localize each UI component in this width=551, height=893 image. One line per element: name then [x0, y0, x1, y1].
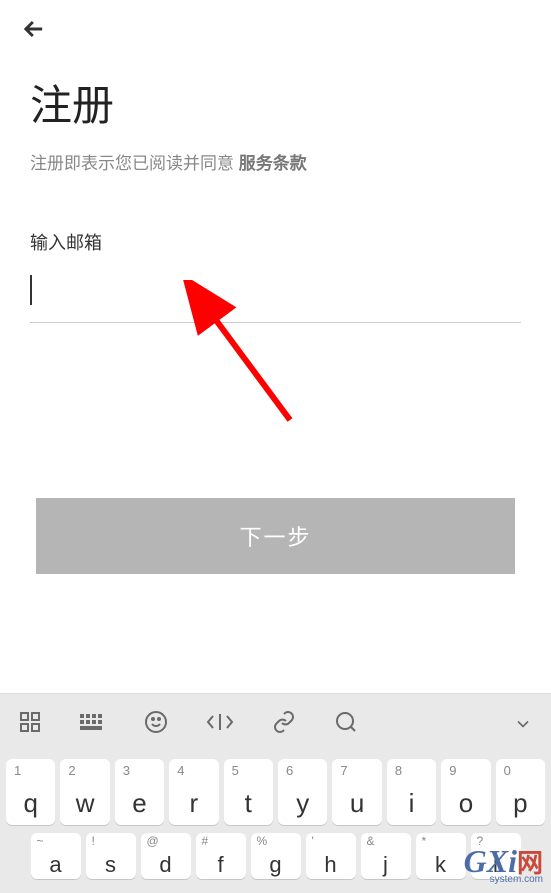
key-u[interactable]: 7u — [332, 759, 381, 825]
key-h[interactable]: 'h — [306, 833, 356, 879]
key-p[interactable]: 0p — [496, 759, 545, 825]
agreement-prefix: 注册即表示您已阅读并同意 — [30, 154, 239, 173]
key-y[interactable]: 6y — [278, 759, 327, 825]
keyboard-row-1: 1q2w3e4r5t6y7u8i9o0p — [6, 759, 545, 825]
email-input[interactable] — [30, 273, 521, 312]
key-d[interactable]: @d — [141, 833, 191, 879]
key-o[interactable]: 9o — [441, 759, 490, 825]
email-input-wrap[interactable] — [30, 273, 521, 323]
key-a[interactable]: ~a — [31, 833, 81, 879]
key-e[interactable]: 3e — [115, 759, 164, 825]
key-l[interactable]: ?l — [471, 833, 521, 879]
key-t[interactable]: 5t — [224, 759, 273, 825]
virtual-keyboard: 1q2w3e4r5t6y7u8i9o0p ~a!s@d#f%g'h&j*k?l — [0, 693, 551, 893]
link-icon[interactable] — [272, 710, 296, 741]
back-button[interactable] — [20, 15, 48, 49]
email-label: 输入邮箱 — [0, 174, 551, 263]
key-k[interactable]: *k — [416, 833, 466, 879]
grid-icon[interactable] — [18, 710, 42, 741]
key-j[interactable]: &j — [361, 833, 411, 879]
search-icon[interactable] — [334, 710, 358, 741]
cursor-move-icon[interactable] — [206, 710, 234, 741]
terms-link[interactable]: 服务条款 — [239, 154, 307, 173]
keyboard-icon[interactable] — [80, 710, 106, 741]
keyboard-toolbar — [0, 693, 551, 751]
keyboard-rows: 1q2w3e4r5t6y7u8i9o0p ~a!s@d#f%g'h&j*k?l — [0, 751, 551, 893]
next-button[interactable]: 下一步 — [36, 498, 515, 574]
key-i[interactable]: 8i — [387, 759, 436, 825]
key-f[interactable]: #f — [196, 833, 246, 879]
key-s[interactable]: !s — [86, 833, 136, 879]
emoji-icon[interactable] — [144, 710, 168, 741]
agreement-text: 注册即表示您已阅读并同意 服务条款 — [0, 141, 551, 174]
chevron-down-icon[interactable] — [513, 710, 533, 741]
key-q[interactable]: 1q — [6, 759, 55, 825]
text-cursor — [30, 275, 32, 305]
key-r[interactable]: 4r — [169, 759, 218, 825]
key-g[interactable]: %g — [251, 833, 301, 879]
page-title: 注册 — [0, 54, 551, 141]
key-w[interactable]: 2w — [60, 759, 109, 825]
keyboard-row-2: ~a!s@d#f%g'h&j*k?l — [6, 833, 545, 879]
